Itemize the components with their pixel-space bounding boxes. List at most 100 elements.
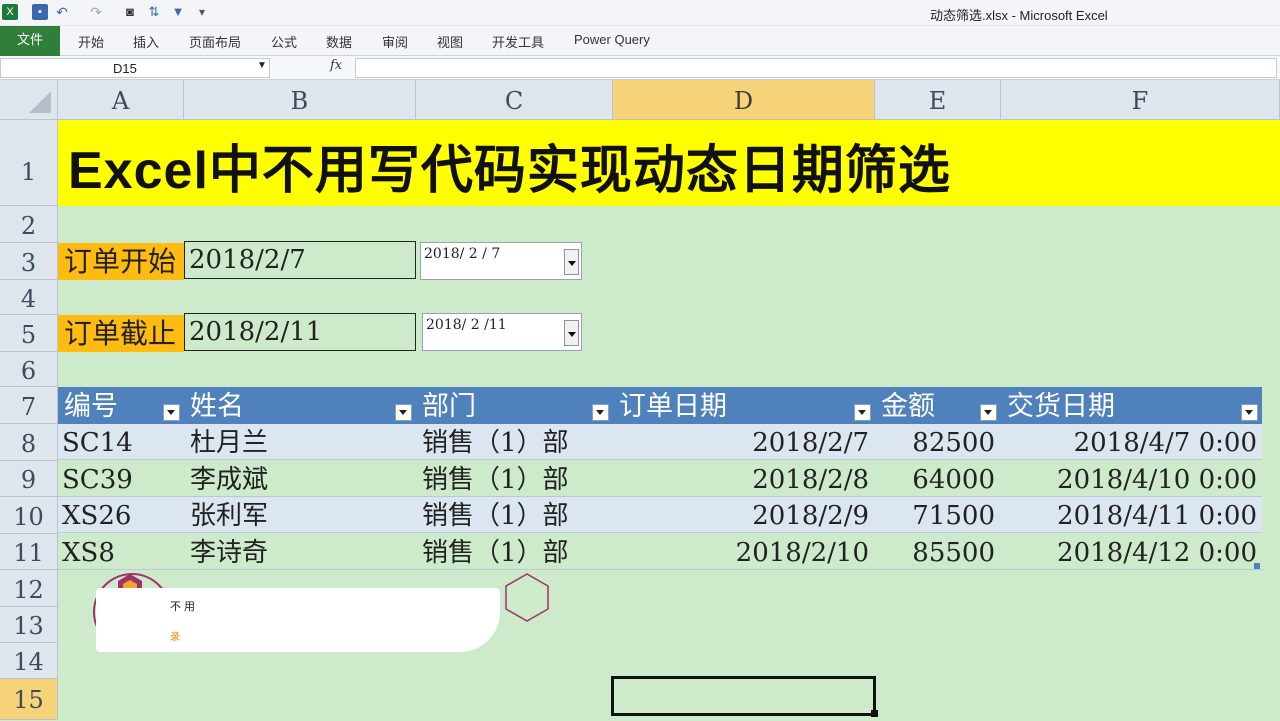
camera-icon[interactable]: ◙ — [122, 4, 138, 20]
active-cell-d15[interactable] — [611, 676, 876, 716]
cell-name[interactable]: 李诗奇 — [190, 534, 268, 570]
header-department: 部门 — [416, 387, 613, 424]
row-header-1[interactable]: 1 — [0, 120, 58, 206]
chevron-down-icon[interactable] — [564, 249, 579, 275]
cell-name[interactable]: 杜月兰 — [190, 424, 268, 460]
redo-icon[interactable]: ↷ — [88, 4, 104, 20]
column-header-f[interactable]: F — [1001, 80, 1280, 120]
filter-dropdown-icon[interactable] — [854, 404, 871, 421]
table-resize-handle[interactable] — [1254, 563, 1260, 569]
tab-power-query[interactable]: Power Query — [574, 32, 650, 47]
column-header-b[interactable]: B — [184, 80, 416, 120]
start-date-combobox[interactable]: 2018/ 2 / 7 — [420, 242, 582, 280]
order-end-label: 订单截止 — [58, 315, 184, 352]
tab-review[interactable]: 审阅 — [382, 32, 408, 51]
function-icon[interactable]: fx — [330, 58, 342, 73]
cell-order-date[interactable]: 2018/2/10 — [613, 534, 869, 570]
cell-amount[interactable]: 82500 — [875, 424, 995, 460]
filter-dropdown-icon[interactable] — [592, 404, 609, 421]
row-header-11[interactable]: 11 — [0, 534, 58, 570]
table-row[interactable]: SC14 杜月兰 销售（1）部 2018/2/7 82500 2018/4/7 … — [58, 424, 1262, 460]
header-order-date: 订单日期 — [613, 387, 875, 424]
row-header-13[interactable]: 13 — [0, 607, 58, 643]
row-header-6[interactable]: 6 — [0, 352, 58, 387]
order-end-date-cell[interactable]: 2018/2/11 — [184, 313, 416, 351]
cell-amount[interactable]: 64000 — [875, 461, 995, 497]
filter-dropdown-icon[interactable] — [163, 404, 180, 421]
cell-delivery-date[interactable]: 2018/4/10 0:00 — [1001, 461, 1257, 497]
header-order-date-label: 订单日期 — [619, 391, 727, 421]
cell-name[interactable]: 李成斌 — [190, 461, 268, 497]
row-header-4[interactable]: 4 — [0, 280, 58, 315]
header-delivery-date: 交货日期 — [1001, 387, 1262, 424]
filter-dropdown-icon[interactable] — [1241, 404, 1258, 421]
save-icon[interactable]: ▪ — [32, 4, 48, 20]
order-start-date-cell[interactable]: 2018/2/7 — [184, 241, 416, 279]
cell-delivery-date[interactable]: 2018/4/11 0:00 — [1001, 497, 1257, 533]
row-header-12[interactable]: 12 — [0, 570, 58, 607]
row-header-5[interactable]: 5 — [0, 315, 58, 352]
fill-handle[interactable] — [871, 710, 878, 717]
excel-app-icon[interactable]: X — [2, 4, 18, 20]
cell-department[interactable]: 销售（1）部 — [422, 497, 569, 533]
cell-id[interactable]: XS8 — [62, 534, 115, 570]
chevron-down-icon[interactable] — [564, 320, 579, 346]
row-header-3[interactable]: 3 — [0, 243, 58, 280]
row-header-8[interactable]: 8 — [0, 424, 58, 461]
formula-input[interactable] — [355, 58, 1277, 78]
filter-dropdown-icon[interactable] — [980, 404, 997, 421]
tab-developer[interactable]: 开发工具 — [492, 32, 544, 51]
cell-department[interactable]: 销售（1）部 — [422, 461, 569, 497]
customize-toolbar-icon[interactable]: ▾ — [194, 4, 210, 20]
column-header-c[interactable]: C — [416, 80, 613, 120]
cell-id[interactable]: SC39 — [62, 461, 133, 497]
header-id: 编号 — [58, 387, 184, 424]
end-date-combobox-value: 2018/ 2 /11 — [426, 317, 507, 333]
row-header-9[interactable]: 9 — [0, 461, 58, 497]
row-header-7[interactable]: 7 — [0, 387, 58, 424]
tab-page-layout[interactable]: 页面布局 — [189, 32, 241, 51]
header-name: 姓名 — [184, 387, 416, 424]
tab-file[interactable]: 文件 — [0, 26, 60, 56]
table-row[interactable]: XS26 张利军 销售（1）部 2018/2/9 71500 2018/4/11… — [58, 497, 1262, 533]
tab-insert[interactable]: 插入 — [133, 32, 159, 51]
cell-amount[interactable]: 71500 — [875, 497, 995, 533]
cell-order-date[interactable]: 2018/2/9 — [613, 497, 869, 533]
cell-id[interactable]: SC14 — [62, 424, 133, 460]
filter-icon[interactable]: ▼ — [170, 4, 186, 20]
table-row[interactable]: XS8 李诗奇 销售（1）部 2018/2/10 85500 2018/4/12… — [58, 534, 1262, 570]
start-date-combobox-value: 2018/ 2 / 7 — [424, 246, 501, 262]
cell-id[interactable]: XS26 — [62, 497, 131, 533]
column-header-e[interactable]: E — [875, 80, 1001, 120]
cell-order-date[interactable]: 2018/2/7 — [613, 424, 869, 460]
select-all-corner[interactable] — [0, 80, 58, 120]
row-header-15[interactable]: 15 — [0, 679, 58, 720]
cell-delivery-date[interactable]: 2018/4/12 0:00 — [1001, 534, 1257, 570]
header-delivery-date-label: 交货日期 — [1007, 391, 1115, 421]
table-row[interactable]: SC39 李成斌 销售（1）部 2018/2/8 64000 2018/4/10… — [58, 461, 1262, 497]
name-box[interactable]: D15 ▼ — [0, 58, 270, 78]
cell-amount[interactable]: 85500 — [875, 534, 995, 570]
end-date-combobox[interactable]: 2018/ 2 /11 — [422, 313, 582, 351]
row-header-14[interactable]: 14 — [0, 643, 58, 679]
header-department-label: 部门 — [422, 391, 476, 421]
tab-formulas[interactable]: 公式 — [271, 32, 297, 51]
cell-department[interactable]: 销售（1）部 — [422, 424, 569, 460]
tab-view[interactable]: 视图 — [437, 32, 463, 51]
filter-dropdown-icon[interactable] — [395, 404, 412, 421]
cell-order-date[interactable]: 2018/2/8 — [613, 461, 869, 497]
tab-data[interactable]: 数据 — [326, 32, 352, 51]
undo-icon[interactable]: ↶ — [54, 4, 70, 20]
column-header-d[interactable]: D — [613, 80, 875, 120]
row-header-2[interactable]: 2 — [0, 206, 58, 243]
row-header-10[interactable]: 10 — [0, 497, 58, 534]
cell-delivery-date[interactable]: 2018/4/7 0:00 — [1001, 424, 1257, 460]
column-header-a[interactable]: A — [58, 80, 184, 120]
header-id-label: 编号 — [64, 391, 118, 421]
tab-home[interactable]: 开始 — [78, 32, 104, 51]
cell-name[interactable]: 张利军 — [190, 497, 268, 533]
name-box-dropdown-icon[interactable]: ▼ — [257, 60, 267, 71]
sort-icon[interactable]: ⇅ — [146, 4, 162, 20]
header-amount: 金额 — [875, 387, 1001, 424]
cell-department[interactable]: 销售（1）部 — [422, 534, 569, 570]
